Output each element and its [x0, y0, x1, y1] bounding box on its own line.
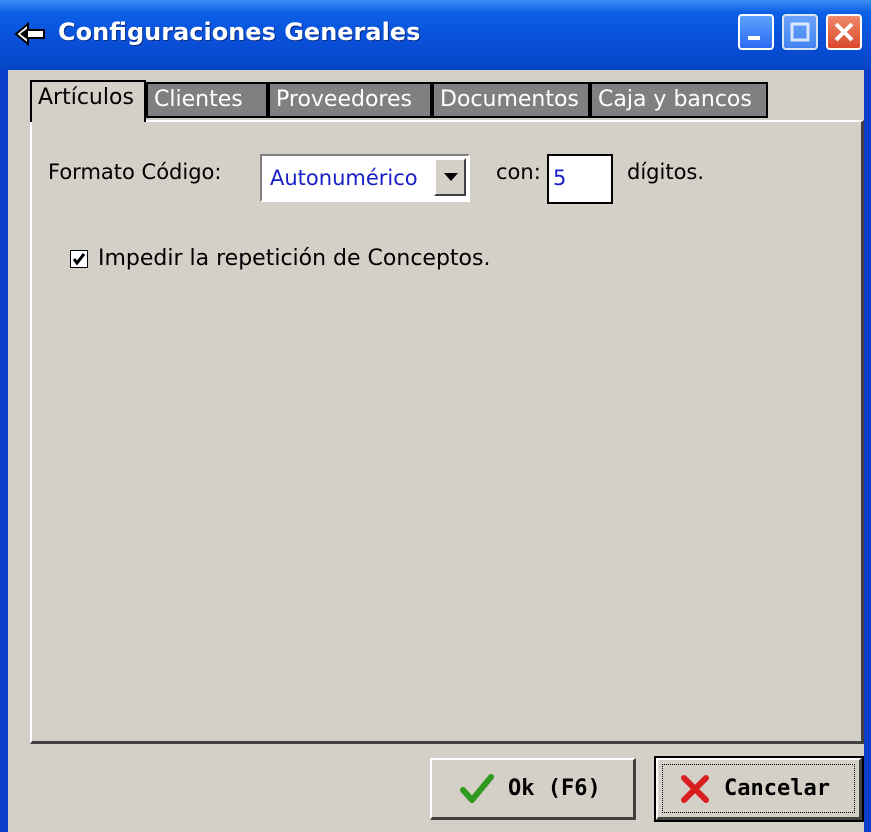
tab-proveedores[interactable]: Proveedores [268, 82, 432, 118]
close-icon [834, 22, 854, 42]
digits-value: 5 [553, 166, 567, 190]
chevron-down-icon [444, 173, 458, 181]
minimize-icon [748, 36, 760, 40]
digits-input[interactable]: 5 [547, 154, 613, 204]
formato-codigo-label: Formato Código: [48, 160, 222, 184]
dialog-body: Artículos Clientes Proveedores Documento… [8, 70, 864, 832]
cancel-button[interactable]: Cancelar [654, 756, 864, 822]
ok-button[interactable]: Ok (F6) [430, 758, 636, 820]
window-title: Configuraciones Generales [58, 18, 421, 46]
cancel-label: Cancelar [724, 776, 830, 801]
title-bar[interactable]: Configuraciones Generales [0, 0, 871, 70]
cross-icon [681, 775, 709, 803]
checkmark-icon [72, 253, 86, 266]
tab-articulos[interactable]: Artículos [30, 80, 146, 122]
impedir-repeticion-checkbox[interactable] [70, 250, 88, 268]
ok-label: Ok (F6) [508, 776, 601, 801]
maximize-icon [790, 22, 810, 42]
formato-codigo-value: Autonumérico [270, 166, 418, 190]
impedir-repeticion-label[interactable]: Impedir la repetición de Conceptos. [98, 246, 490, 271]
tab-panel-articulos: Formato Código: Autonumérico con: 5 dígi… [30, 120, 864, 744]
tab-clientes[interactable]: Clientes [146, 82, 268, 118]
close-button[interactable] [826, 14, 862, 50]
tab-caja-y-bancos[interactable]: Caja y bancos [590, 82, 768, 118]
formato-codigo-select[interactable]: Autonumérico [260, 154, 470, 202]
minimize-button[interactable] [738, 14, 774, 50]
digitos-label: dígitos. [627, 160, 705, 184]
con-label: con: [496, 160, 541, 184]
app-icon [14, 21, 45, 47]
dropdown-button[interactable] [434, 158, 466, 196]
dialog-window: Configuraciones Generales Artículos Clie… [0, 0, 871, 832]
tab-documentos[interactable]: Documentos [432, 82, 590, 118]
check-icon [460, 774, 494, 803]
maximize-button[interactable] [782, 14, 818, 50]
